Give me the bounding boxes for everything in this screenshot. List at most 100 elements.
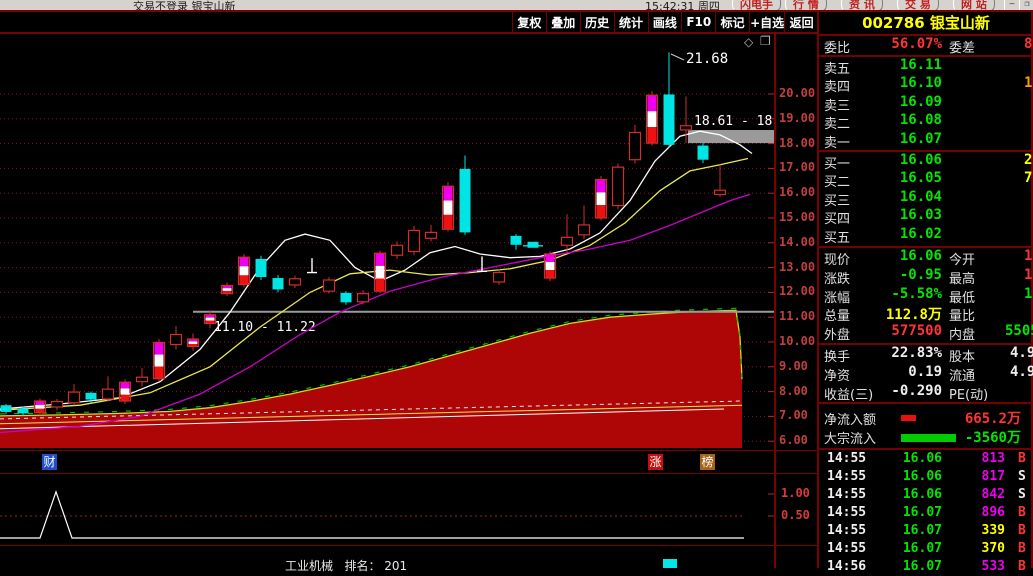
panel-value: 净流入额 <box>824 413 877 428</box>
panel-value: 370 <box>981 541 1005 556</box>
fund-flow-row: 大宗流入 -3560万 <box>819 427 1033 447</box>
panel-value: B <box>1018 523 1026 538</box>
info-row: 换手 22.83% 股本 4.97 <box>819 345 1033 365</box>
sell-level-row[interactable]: 卖二 16.08 <box>819 112 1033 133</box>
sell-level-row[interactable]: 卖三 16.09 <box>819 93 1033 114</box>
panel-value: 买三 <box>824 193 851 209</box>
toolbar-button-历史[interactable]: 历史 <box>581 12 615 32</box>
buy-level-row[interactable]: 买一 16.06 28 <box>819 152 1033 172</box>
tag-rise[interactable]: 涨 <box>648 454 663 470</box>
panel-value: 112.8万 <box>885 307 942 324</box>
info-row: 总量 112.8万 量比 <box>819 304 1033 325</box>
panel-value: 涨跌 <box>824 271 851 287</box>
panel-value: 28 <box>1024 152 1033 168</box>
diamond-icon[interactable]: ◇ <box>744 35 753 49</box>
panel-value: 16.03 <box>899 207 942 224</box>
panel-value: 16.07 <box>902 559 942 574</box>
toolbar-button-+自选[interactable]: +自选 <box>750 12 786 32</box>
panel-value: 卖三 <box>824 98 851 114</box>
candle-down <box>0 404 12 415</box>
buy-level-row[interactable]: 买四 16.03 <box>819 207 1033 227</box>
panel-value: 17 <box>1024 248 1033 264</box>
candle-mark <box>237 253 251 288</box>
candle-down <box>340 291 352 305</box>
price-axis-label: 6.00 <box>779 433 808 448</box>
panel-value: 卖二 <box>824 117 851 133</box>
sell-level-row[interactable]: 卖四 16.10 16 <box>819 75 1033 95</box>
price-axis-label: 7.00 <box>779 408 808 423</box>
panel-value: 16.06 <box>899 248 942 264</box>
info-row: 涨跌 -0.95 最高 17 <box>819 266 1033 287</box>
toolbar-button-标记[interactable]: 标记 <box>716 12 751 32</box>
panel-value: 最高 <box>949 271 976 287</box>
candle-down <box>255 255 267 280</box>
tick-row: 14:55 16.07 339 B <box>819 522 1033 540</box>
candle-up <box>50 399 64 411</box>
panel-separator <box>817 402 1033 404</box>
candle-up <box>101 376 115 402</box>
sell-level-row[interactable]: 卖一 16.07 <box>819 130 1033 151</box>
sell-level-row[interactable]: 卖五 16.11 <box>819 57 1033 77</box>
toolbar-button-叠加[interactable]: 叠加 <box>547 12 581 32</box>
quote-panel: 002786 银宝山新 委比56.07%委差86卖五16.11卖四16.1016… <box>817 12 1033 574</box>
panel-value: 14:55 <box>827 505 867 520</box>
panel-value: 75 <box>1024 170 1033 187</box>
info-row: 净资 0.19 流通 4.97 <box>819 363 1033 384</box>
buy-level-row[interactable]: 买五 16.02 <box>819 225 1033 246</box>
tick-row: 14:55 16.06 842 S <box>819 486 1033 504</box>
toolbar-button-F10[interactable]: F10 <box>682 12 717 32</box>
candle-up <box>611 163 625 210</box>
panel-value: 14:55 <box>827 541 867 556</box>
panel-value: 16.02 <box>899 225 942 242</box>
toolbar-button-画线[interactable]: 画线 <box>649 12 683 32</box>
panel-value: 533 <box>981 559 1005 574</box>
panel-value: B <box>1018 559 1026 574</box>
buy-level-row[interactable]: 买三 16.04 <box>819 188 1033 209</box>
panel-value: 内盘 <box>949 328 976 344</box>
toolbar-button-统计[interactable]: 统计 <box>615 12 649 32</box>
panel-value: 16.07 <box>899 130 942 147</box>
toolbar-button-返回[interactable]: 返回 <box>785 12 820 32</box>
panel-value: 16.06 <box>899 152 942 168</box>
price-axis-label: 17.00 <box>779 160 816 175</box>
panel-value: 量比 <box>949 309 976 325</box>
panel-value: 外盘 <box>824 328 851 344</box>
price-axis-label: 16.00 <box>779 185 816 200</box>
candle-mark <box>594 175 608 221</box>
fund-flow-value: 665.2万 <box>964 411 1021 427</box>
tag-finance[interactable]: 财 <box>42 454 57 470</box>
fund-flow-row: 净流入额 665.2万 <box>819 408 1033 428</box>
fund-flow-bar <box>901 434 956 442</box>
buy-level-row[interactable]: 买二 16.05 75 <box>819 170 1033 190</box>
panel-value: 16.04 <box>899 188 942 205</box>
tick-row: 14:55 16.06 813 B <box>819 450 1033 468</box>
stock-name: 银宝山新 <box>929 14 990 32</box>
candle-down <box>272 275 284 293</box>
panel-value: 16.09 <box>899 93 942 110</box>
main-chart[interactable]: 18.61 - 18.00 11.10 - 11.22 21.68 <box>0 34 775 450</box>
panel-value: 总量 <box>824 309 851 325</box>
panel-value: 17 <box>1024 266 1033 283</box>
panel-value: 委比 <box>824 41 851 56</box>
sub-indicator-chart[interactable] <box>0 474 774 545</box>
candle-mark <box>152 339 166 382</box>
candle-down <box>697 142 709 163</box>
panes-icon[interactable]: ❐ <box>760 34 771 48</box>
candle-up <box>577 205 591 240</box>
candle-up <box>492 268 506 285</box>
panel-value: 14:55 <box>827 523 867 538</box>
toolbar-button-复权[interactable]: 复权 <box>513 12 547 32</box>
panel-value: 收益(三) <box>824 387 874 403</box>
price-axis-label: 13.00 <box>779 259 816 274</box>
tag-rank[interactable]: 榜 <box>700 454 715 470</box>
candle-up <box>390 241 404 259</box>
panel-value: 4.97 <box>1010 363 1033 380</box>
red-area <box>0 310 742 448</box>
price-axis-label: 9.00 <box>779 358 808 373</box>
price-axis-label: 10.00 <box>779 334 816 348</box>
candle-up <box>713 164 727 197</box>
chart-right-border <box>774 34 776 568</box>
info-row: 涨幅 -5.58% 最低 15 <box>819 286 1033 306</box>
panel-value: B <box>1018 451 1026 466</box>
panel-value: 896 <box>981 505 1005 520</box>
